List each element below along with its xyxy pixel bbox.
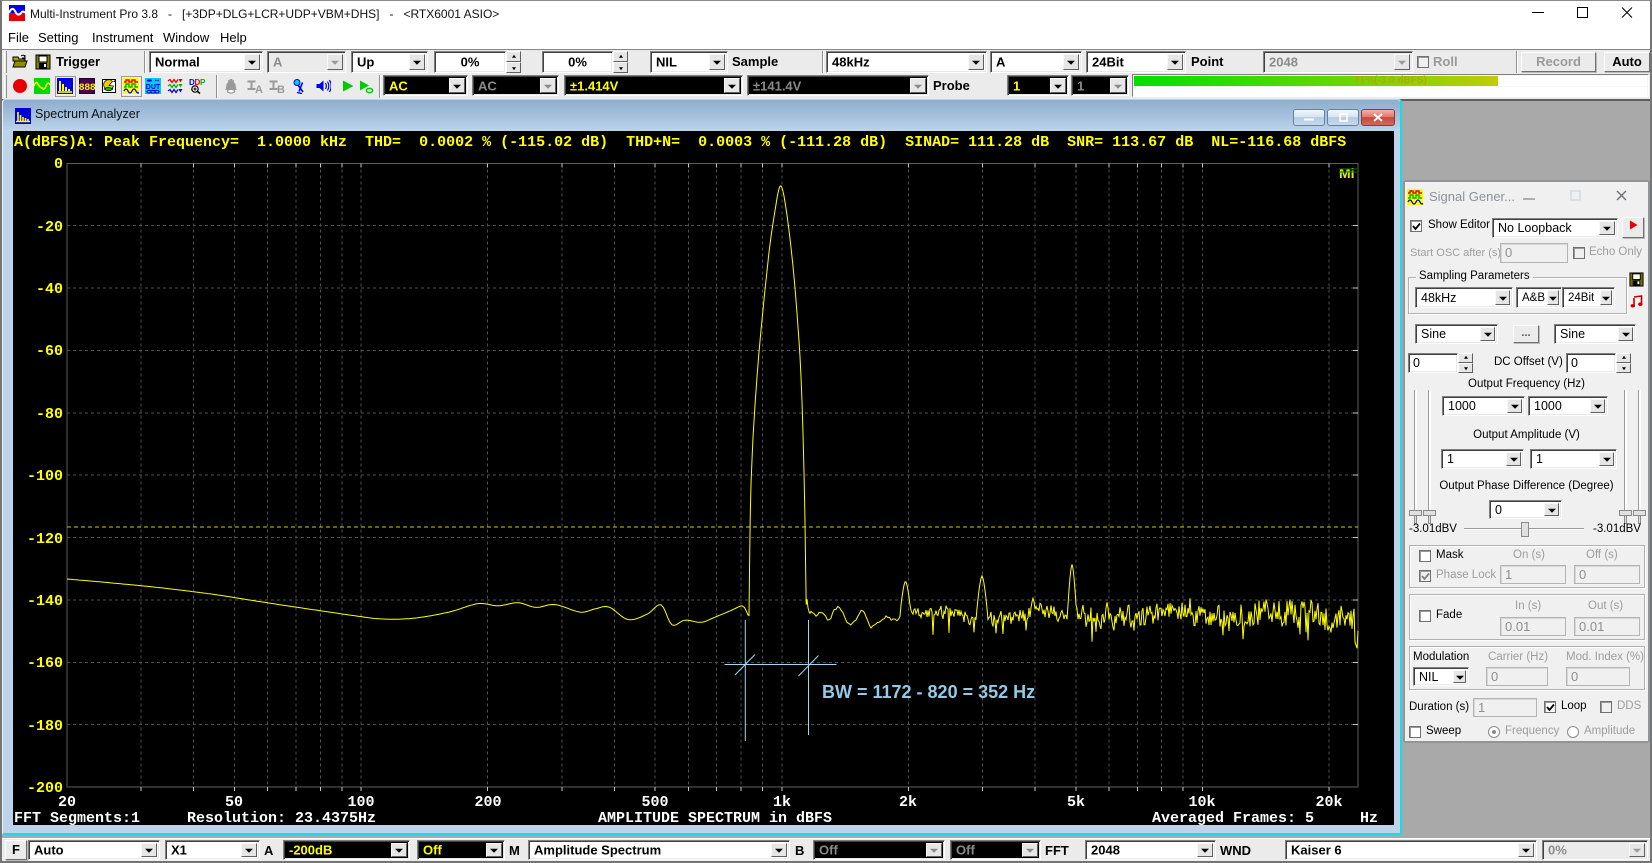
svg-text:-160: -160 <box>27 655 63 672</box>
svg-text:100: 100 <box>347 794 374 811</box>
svg-text:-140: -140 <box>27 593 63 610</box>
svg-text:Resolution: 23.4375Hz: Resolution: 23.4375Hz <box>187 810 376 825</box>
svg-text:5k: 5k <box>1067 794 1085 811</box>
svg-text:-60: -60 <box>36 343 63 360</box>
svg-text:-20: -20 <box>36 219 63 236</box>
svg-text:A(dBFS)A: Peak Frequency= 1.0: A(dBFS)A: Peak Frequency= 1.0000 kHz THD… <box>14 134 1346 151</box>
svg-text:20: 20 <box>58 794 76 811</box>
svg-text:A: A <box>255 84 263 94</box>
svg-text:Mi: Mi <box>1339 165 1355 181</box>
svg-text:200: 200 <box>474 794 501 811</box>
svg-text:FFT Segments:1: FFT Segments:1 <box>14 810 140 825</box>
svg-text:-180: -180 <box>27 718 63 735</box>
svg-text:-120: -120 <box>27 531 63 548</box>
svg-text:10k: 10k <box>1188 794 1215 811</box>
svg-text:P: P <box>200 78 205 87</box>
svg-text:-80: -80 <box>36 406 63 423</box>
svg-text:2k: 2k <box>899 794 917 811</box>
svg-text:50: 50 <box>225 794 243 811</box>
svg-text:-100: -100 <box>27 468 63 485</box>
svg-text:AMPLITUDE SPECTRUM in dBFS: AMPLITUDE SPECTRUM in dBFS <box>598 810 832 825</box>
svg-text:Hz: Hz <box>1360 810 1378 825</box>
svg-text:0: 0 <box>54 156 63 173</box>
svg-text:1k: 1k <box>773 794 791 811</box>
svg-text:B: B <box>277 84 285 94</box>
svg-text:BW = 1172 - 820 = 352 Hz: BW = 1172 - 820 = 352 Hz <box>822 682 1035 702</box>
svg-text:-40: -40 <box>36 281 63 298</box>
svg-text:Averaged Frames: 5: Averaged Frames: 5 <box>1152 810 1314 825</box>
svg-text:888: 888 <box>79 83 95 94</box>
svg-text:500: 500 <box>641 794 668 811</box>
svg-text:20k: 20k <box>1315 794 1342 811</box>
